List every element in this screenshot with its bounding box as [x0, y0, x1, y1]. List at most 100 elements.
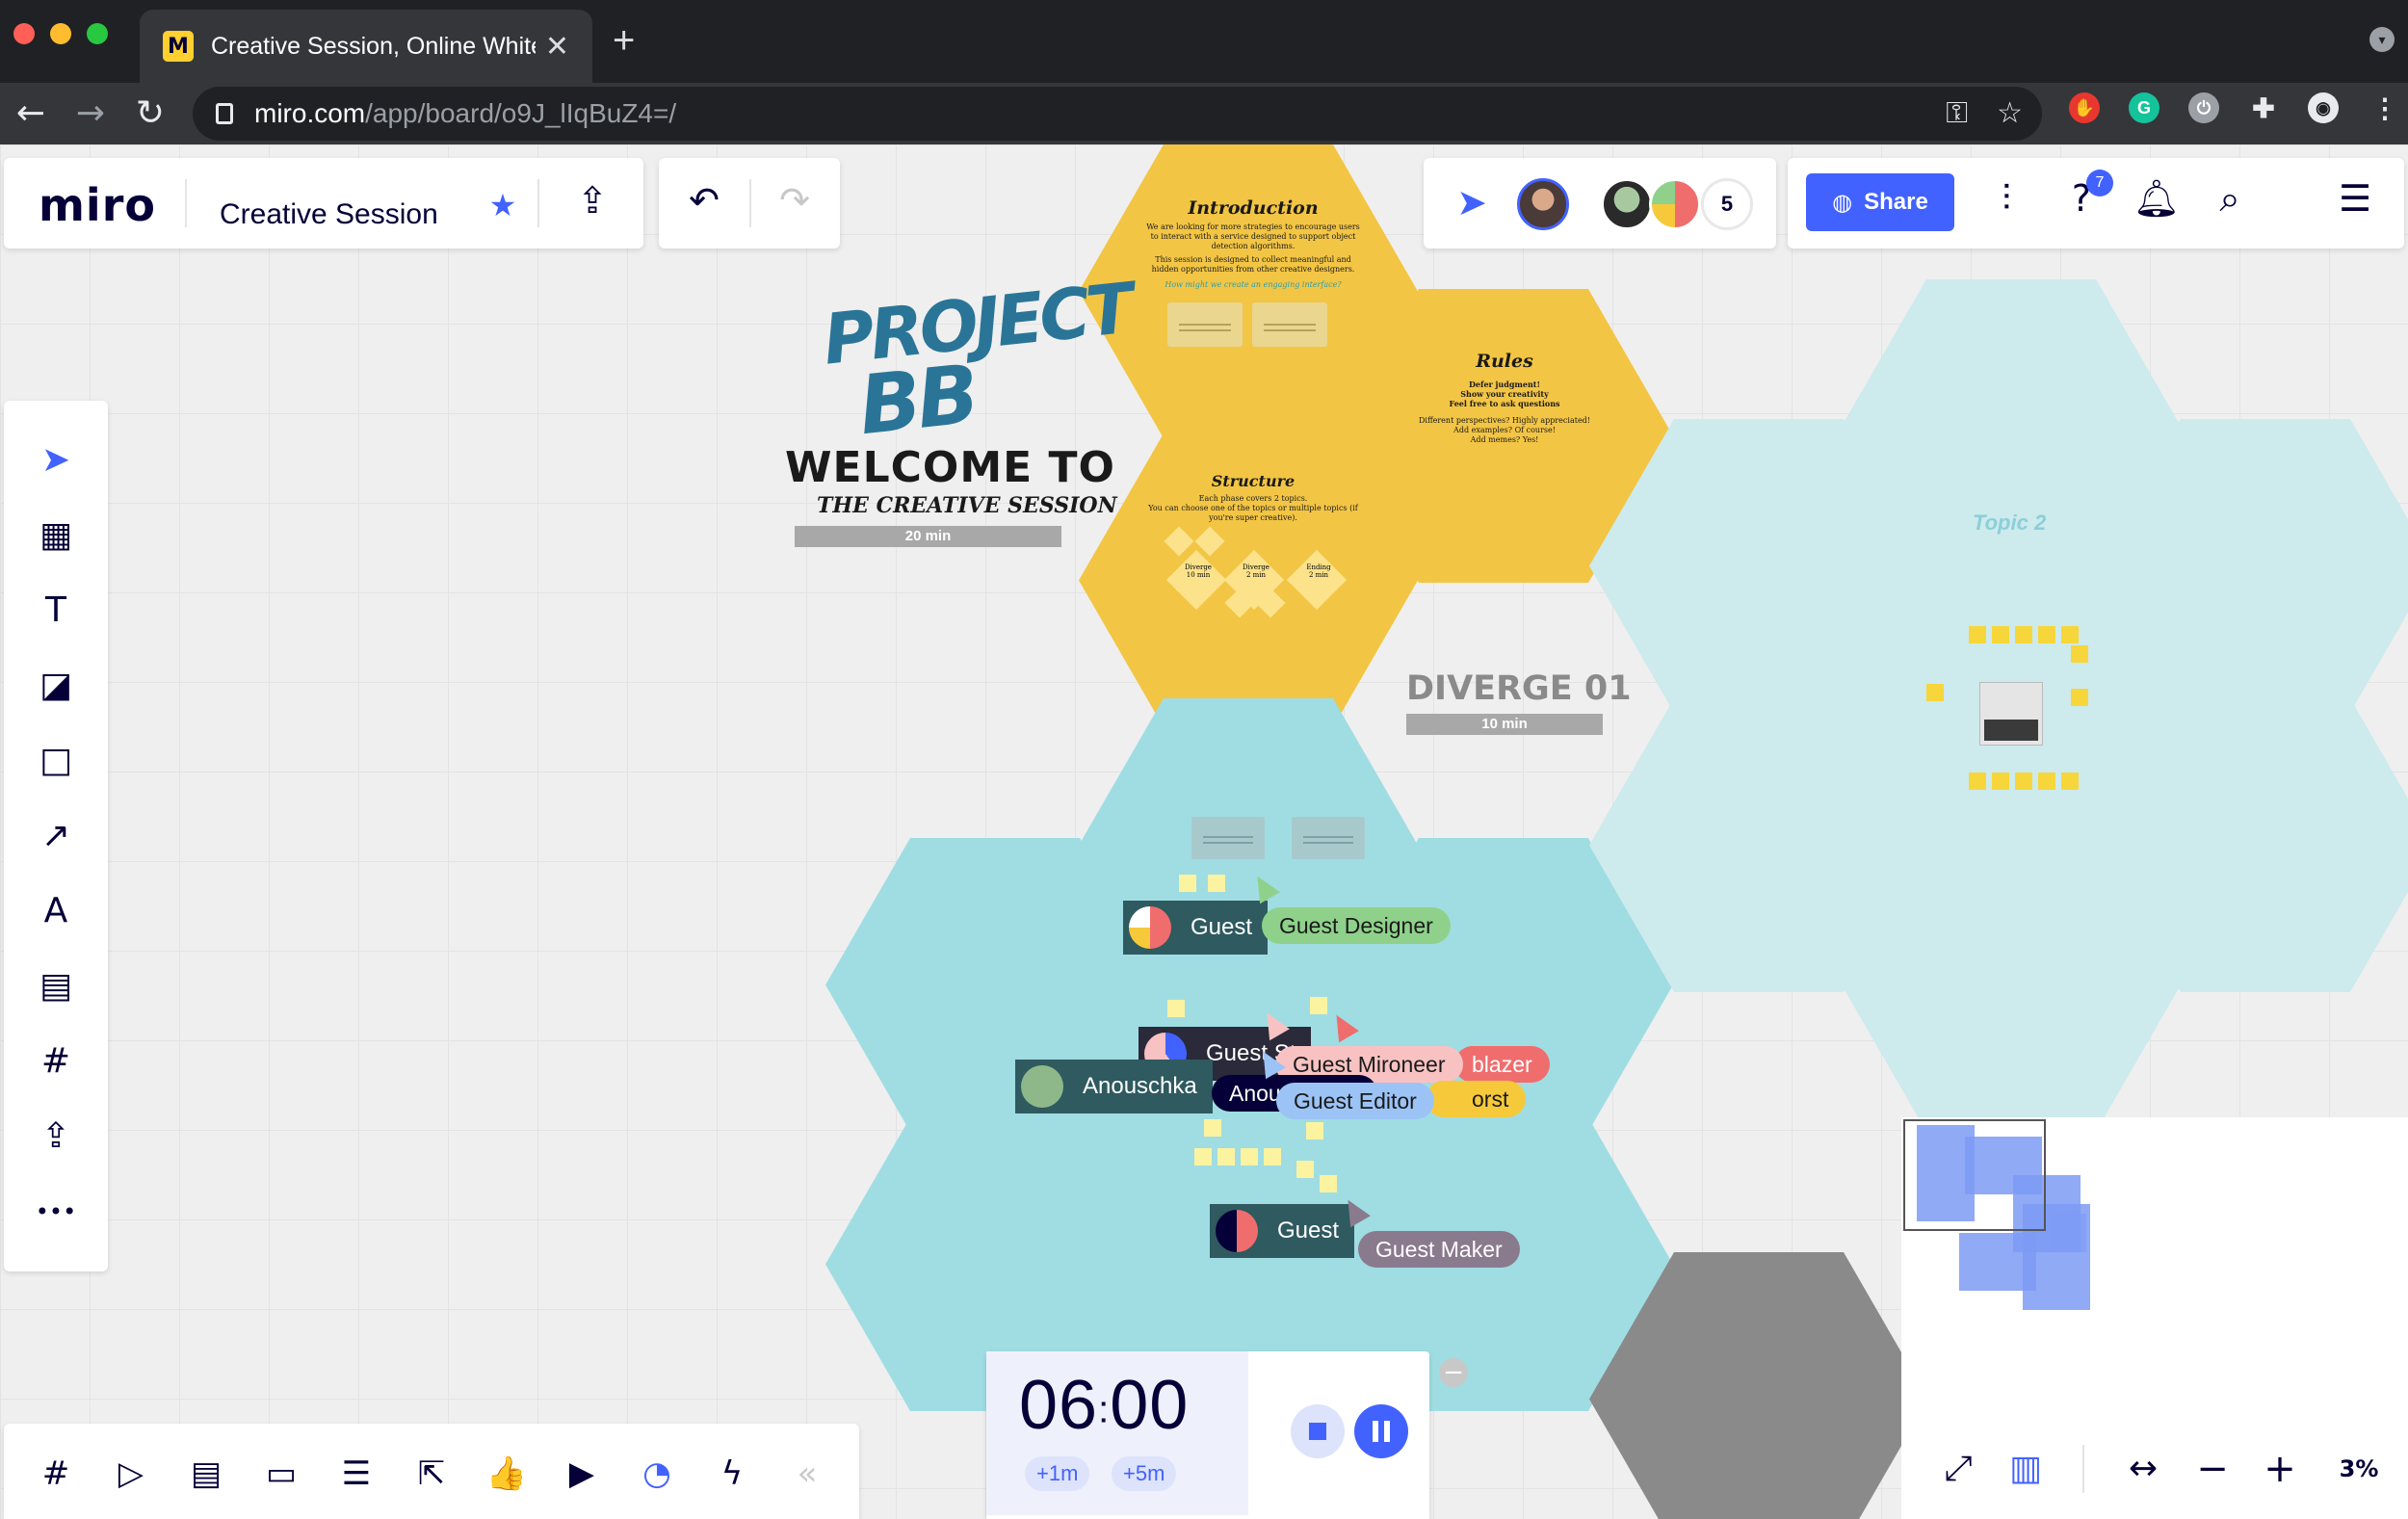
frame-tool-icon[interactable]: # [27, 1033, 85, 1090]
bell-icon[interactable]: 🔔︎ [2133, 177, 2181, 221]
sticky-note[interactable] [1992, 773, 2009, 790]
topic-card[interactable] [1191, 817, 1265, 859]
sticky-note[interactable] [1194, 1148, 1212, 1165]
sticky-note[interactable] [2071, 689, 2088, 706]
sticky-note[interactable] [2061, 773, 2079, 790]
sticky-note[interactable] [1969, 773, 1986, 790]
collaborator-count[interactable]: 5 [1701, 178, 1753, 230]
intro-card[interactable] [1252, 302, 1327, 347]
redo-icon[interactable]: ↷ [771, 179, 819, 222]
stop-timer-button[interactable] [1291, 1404, 1345, 1458]
sticky-note[interactable] [1167, 1000, 1185, 1017]
intro-card[interactable] [1167, 302, 1243, 347]
back-button[interactable]: ← [8, 91, 54, 137]
maximize-window-button[interactable] [87, 23, 108, 44]
sticky-note[interactable] [2071, 645, 2088, 663]
tab-search-icon[interactable]: ▾ [2369, 27, 2395, 52]
add-5-minutes-button[interactable]: +5m [1112, 1456, 1177, 1491]
comments-icon[interactable]: ▤ [177, 1445, 235, 1503]
new-tab-button[interactable]: + [613, 19, 635, 63]
sticky-note[interactable] [2038, 626, 2055, 643]
search-icon[interactable]: ⌕ [2206, 177, 2254, 221]
settings-sliders-icon[interactable]: ⫶ [1982, 177, 2030, 221]
sticky-note[interactable] [1208, 875, 1225, 892]
sticky-note-tool-icon[interactable]: ◪ [27, 657, 85, 715]
topic-2-image[interactable] [1979, 682, 2043, 746]
browser-menu-icon[interactable]: ⋮ [2369, 92, 2400, 123]
star-icon[interactable]: ★ [484, 187, 522, 223]
sticky-note[interactable] [1320, 1175, 1337, 1192]
pen-tool-icon[interactable]: A [27, 882, 85, 940]
presentation-icon[interactable]: ▷ [102, 1445, 160, 1503]
puzzle-extensions-icon[interactable]: ✚ [2248, 92, 2279, 123]
sticky-note[interactable] [1296, 1161, 1314, 1178]
share-button[interactable]: ◍ Share [1806, 173, 1954, 231]
more-tools-icon[interactable]: ••• [27, 1183, 85, 1241]
screen-share-icon[interactable]: ⇱ [403, 1445, 460, 1503]
zoom-out-icon[interactable]: − [2188, 1445, 2237, 1493]
shape-tool-icon[interactable]: □ [27, 732, 85, 790]
text-tool-icon[interactable]: T [27, 582, 85, 640]
upload-tool-icon[interactable]: ⇪ [27, 1108, 85, 1165]
url-input[interactable]: miro.com /app/board/o9J_lIqBuZ4=/ [193, 87, 2042, 141]
sticky-note[interactable] [1179, 875, 1196, 892]
map-toggle-icon[interactable]: ▥ [2002, 1445, 2050, 1493]
board-menu-icon[interactable]: ☰ [2331, 177, 2379, 220]
fullscreen-icon[interactable]: ⤢ [1934, 1445, 1982, 1493]
sticky-note[interactable] [1926, 684, 1944, 701]
minimize-window-button[interactable] [50, 23, 71, 44]
cursor-follow-icon[interactable]: ➤ [1449, 181, 1495, 223]
power-ups-icon[interactable]: ϟ [703, 1445, 761, 1503]
bookmark-star-icon[interactable]: ☆ [1997, 96, 2023, 130]
adblock-extension-icon[interactable]: ✋ [2069, 92, 2100, 123]
sticky-note[interactable] [2015, 773, 2032, 790]
raccoon-extension-icon[interactable]: ◉ [2308, 92, 2339, 123]
sticky-note[interactable] [1264, 1148, 1281, 1165]
avatar[interactable] [1517, 178, 1569, 230]
export-upload-icon[interactable]: ⇪ [568, 179, 616, 222]
sticky-note[interactable] [2015, 626, 2032, 643]
collapse-timer-icon[interactable]: − [1439, 1358, 1468, 1387]
select-tool-icon[interactable]: ➤ [27, 432, 85, 489]
timer-icon[interactable]: ◔ [628, 1445, 686, 1503]
zoom-in-icon[interactable]: + [2256, 1445, 2304, 1493]
forward-button[interactable]: → [67, 91, 114, 137]
key-icon[interactable]: ⚿ [1946, 96, 1968, 130]
sticky-note[interactable] [1310, 997, 1327, 1014]
chat-icon[interactable]: ▭ [252, 1445, 310, 1503]
pause-icon [1373, 1421, 1378, 1442]
avatar[interactable] [1601, 178, 1653, 230]
miro-logo[interactable]: miro [39, 179, 156, 231]
sticky-note[interactable] [1992, 626, 2009, 643]
voting-icon[interactable]: 👍 [478, 1445, 536, 1503]
frames-icon[interactable]: # [27, 1445, 85, 1503]
video-chat-icon[interactable]: ▶ [553, 1445, 611, 1503]
comment-tool-icon[interactable]: ▤ [27, 957, 85, 1015]
pause-timer-button[interactable] [1354, 1404, 1408, 1458]
sticky-note[interactable] [1969, 626, 1986, 643]
sticky-note[interactable] [1217, 1148, 1235, 1165]
zoom-level[interactable]: 3% [2325, 1454, 2393, 1483]
connection-line-tool-icon[interactable]: ↗ [27, 807, 85, 865]
sticky-note[interactable] [1204, 1119, 1221, 1137]
power-extension-icon[interactable]: ⏻ [2188, 92, 2219, 123]
minimap-viewport[interactable] [1903, 1119, 2046, 1231]
close-window-button[interactable] [13, 23, 35, 44]
sticky-note[interactable] [1241, 1148, 1258, 1165]
sticky-note[interactable] [1306, 1122, 1323, 1139]
grammarly-extension-icon[interactable]: G [2129, 92, 2159, 123]
sticky-note[interactable] [2061, 626, 2079, 643]
board-title[interactable]: Creative Session [220, 198, 438, 231]
cards-icon[interactable]: ☰ [327, 1445, 385, 1503]
browser-tab-active[interactable]: M Creative Session, Online White ✕ [140, 10, 592, 83]
sticky-note[interactable] [2038, 773, 2055, 790]
avatar[interactable] [1649, 178, 1701, 230]
collapse-toolbar-icon[interactable]: « [778, 1445, 836, 1503]
fit-to-screen-icon[interactable]: ↔ [2119, 1445, 2167, 1493]
add-1-minute-button[interactable]: +1m [1025, 1456, 1090, 1491]
templates-tool-icon[interactable]: ▦ [27, 507, 85, 564]
topic-card[interactable] [1292, 817, 1365, 859]
reload-button[interactable]: ↻ [127, 91, 173, 137]
undo-icon[interactable]: ↶ [680, 179, 728, 222]
tab-close-icon[interactable]: ✕ [545, 30, 569, 64]
